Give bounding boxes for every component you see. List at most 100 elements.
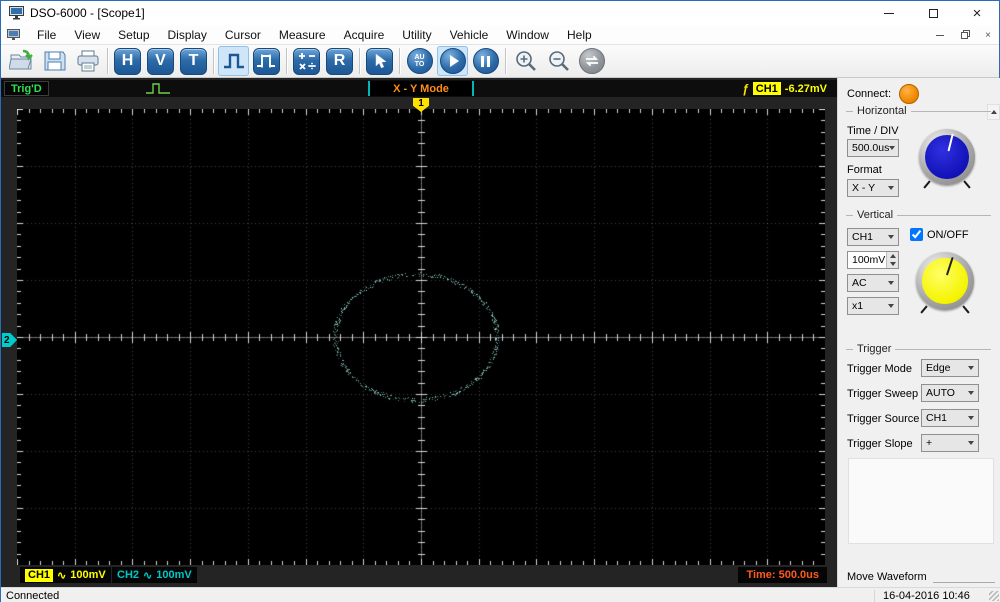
menu-bar: File View Setup Display Cursor Measure A… (1, 25, 999, 45)
ch1-readout: CH1 ∿ 100mV (20, 567, 111, 583)
coupling-select[interactable]: AC (847, 274, 899, 292)
channel-select[interactable]: CH1 (847, 228, 899, 246)
main-area: Trig'D X - Y Mode ƒ CH1 -6.27mV 1 2 CH1 (1, 78, 1000, 587)
menu-cursor[interactable]: Cursor (216, 26, 270, 44)
knob-pointer (948, 133, 954, 151)
zoom-out-icon (547, 49, 571, 73)
menu-window[interactable]: Window (497, 26, 558, 44)
waveform-canvas[interactable] (17, 109, 825, 565)
toolbar: H V T R AU TO (1, 45, 999, 78)
volts-div-stepper[interactable]: 100mV (847, 251, 899, 269)
format-label: Format (847, 164, 882, 176)
pulse-measure-button[interactable] (251, 46, 282, 76)
menu-file[interactable]: File (28, 26, 65, 44)
trigger-mode-label: Trigger Mode (847, 363, 912, 375)
trigger-slope-select[interactable]: + (921, 434, 979, 452)
time-div-label: Time / DIV (847, 125, 899, 137)
maximize-icon (929, 9, 938, 18)
run-button[interactable] (437, 46, 468, 76)
trigger-source-badge: CH1 (753, 82, 781, 95)
maximize-button[interactable] (911, 1, 955, 25)
connect-button[interactable] (899, 84, 919, 104)
menu-setup[interactable]: Setup (109, 26, 158, 44)
ch1-scale-value: 100mV (70, 569, 105, 581)
menu-display[interactable]: Display (159, 26, 216, 44)
trigger-source-select[interactable]: CH1 (921, 409, 979, 427)
mdi-minimize-button[interactable] (933, 28, 947, 42)
toolbar-separator (359, 48, 360, 74)
probe-select[interactable]: x1 (847, 297, 899, 315)
toolbar-separator (505, 48, 506, 74)
knob-leg (923, 180, 930, 188)
cursor-tool-button[interactable] (364, 46, 395, 76)
horizontal-knob[interactable] (919, 129, 975, 185)
menu-measure[interactable]: Measure (270, 26, 335, 44)
scope-channel-bar: CH1 ∿ 100mV CH2 ∿ 100mV Time: 500.0us (1, 566, 837, 584)
printer-icon (76, 49, 100, 73)
menu-utility[interactable]: Utility (393, 26, 440, 44)
horizontal-setup-button[interactable]: H (112, 46, 143, 76)
knob-leg (920, 305, 927, 313)
chevron-down-icon (888, 304, 894, 308)
reference-button[interactable]: R (324, 46, 355, 76)
scope-graticule[interactable] (17, 109, 825, 565)
menu-vehicle[interactable]: Vehicle (441, 26, 498, 44)
display-mode-badge: X - Y Mode (368, 81, 474, 96)
stepper-up-button[interactable] (887, 252, 898, 260)
cycle-arrows-icon (583, 54, 601, 68)
pause-button[interactable] (470, 46, 501, 76)
trigger-setup-button[interactable]: T (178, 46, 209, 76)
zoom-out-button[interactable] (543, 46, 574, 76)
ch2-coupling-icon: ∿ (143, 569, 152, 582)
vertical-setup-button[interactable]: V (145, 46, 176, 76)
save-button[interactable] (39, 46, 70, 76)
close-button[interactable]: × (955, 1, 999, 25)
trigger-level-icon: ƒ (742, 82, 749, 96)
floppy-disk-icon (43, 49, 67, 73)
chevron-down-icon (888, 281, 894, 285)
auto-set-button[interactable]: AU TO (404, 46, 435, 76)
vertical-knob[interactable] (916, 252, 974, 310)
toolbar-separator (286, 48, 287, 74)
menu-acquire[interactable]: Acquire (335, 26, 394, 44)
chevron-down-icon (968, 416, 974, 420)
print-button[interactable] (72, 46, 103, 76)
onoff-checkbox[interactable] (910, 228, 923, 241)
trigger-level-value: -6.27mV (785, 83, 827, 95)
move-waveform-label: Move Waveform (847, 571, 927, 583)
channel-onoff-toggle[interactable]: ON/OFF (910, 228, 969, 241)
minimize-button[interactable] (867, 1, 911, 25)
close-icon: × (973, 5, 982, 22)
math-button[interactable] (291, 46, 322, 76)
trigger-mode-select[interactable]: Edge (921, 359, 979, 377)
mdi-close-button[interactable]: × (981, 28, 995, 42)
ch1-badge: CH1 (25, 569, 53, 582)
time-div-select[interactable]: 500.0us (847, 139, 899, 157)
ch1-coupling-icon: ∿ (57, 569, 66, 582)
chevron-down-icon (888, 235, 894, 239)
panel-spacer (848, 458, 994, 544)
stepper-down-button[interactable] (887, 260, 898, 268)
pulse-waveform-button[interactable] (218, 46, 249, 76)
chevron-up-icon (991, 110, 997, 114)
format-select[interactable]: X - Y (847, 179, 899, 197)
ch2-scale-value: 100mV (156, 569, 191, 581)
knob-pointer (946, 257, 954, 275)
open-file-button[interactable] (6, 46, 37, 76)
menu-view[interactable]: View (65, 26, 109, 44)
resize-grip-icon[interactable] (989, 591, 999, 601)
trigger-slope-label: Trigger Slope (847, 438, 913, 450)
self-calibration-button[interactable] (576, 46, 607, 76)
mdi-restore-button[interactable] (957, 28, 971, 42)
scope-display: Trig'D X - Y Mode ƒ CH1 -6.27mV 1 2 CH1 (1, 78, 837, 587)
trigger-source-label: Trigger Source (847, 413, 919, 425)
move-waveform-slider[interactable] (933, 573, 995, 583)
trigger-sweep-select[interactable]: AUTO (921, 384, 979, 402)
folder-open-icon (9, 49, 35, 73)
status-bar: Connected 16-04-2016 10:46 (1, 587, 1000, 602)
onoff-label: ON/OFF (927, 229, 969, 241)
menu-help[interactable]: Help (558, 26, 601, 44)
ch2-position-marker[interactable]: 2 (2, 333, 17, 347)
zoom-in-button[interactable] (510, 46, 541, 76)
document-icon (7, 29, 20, 41)
